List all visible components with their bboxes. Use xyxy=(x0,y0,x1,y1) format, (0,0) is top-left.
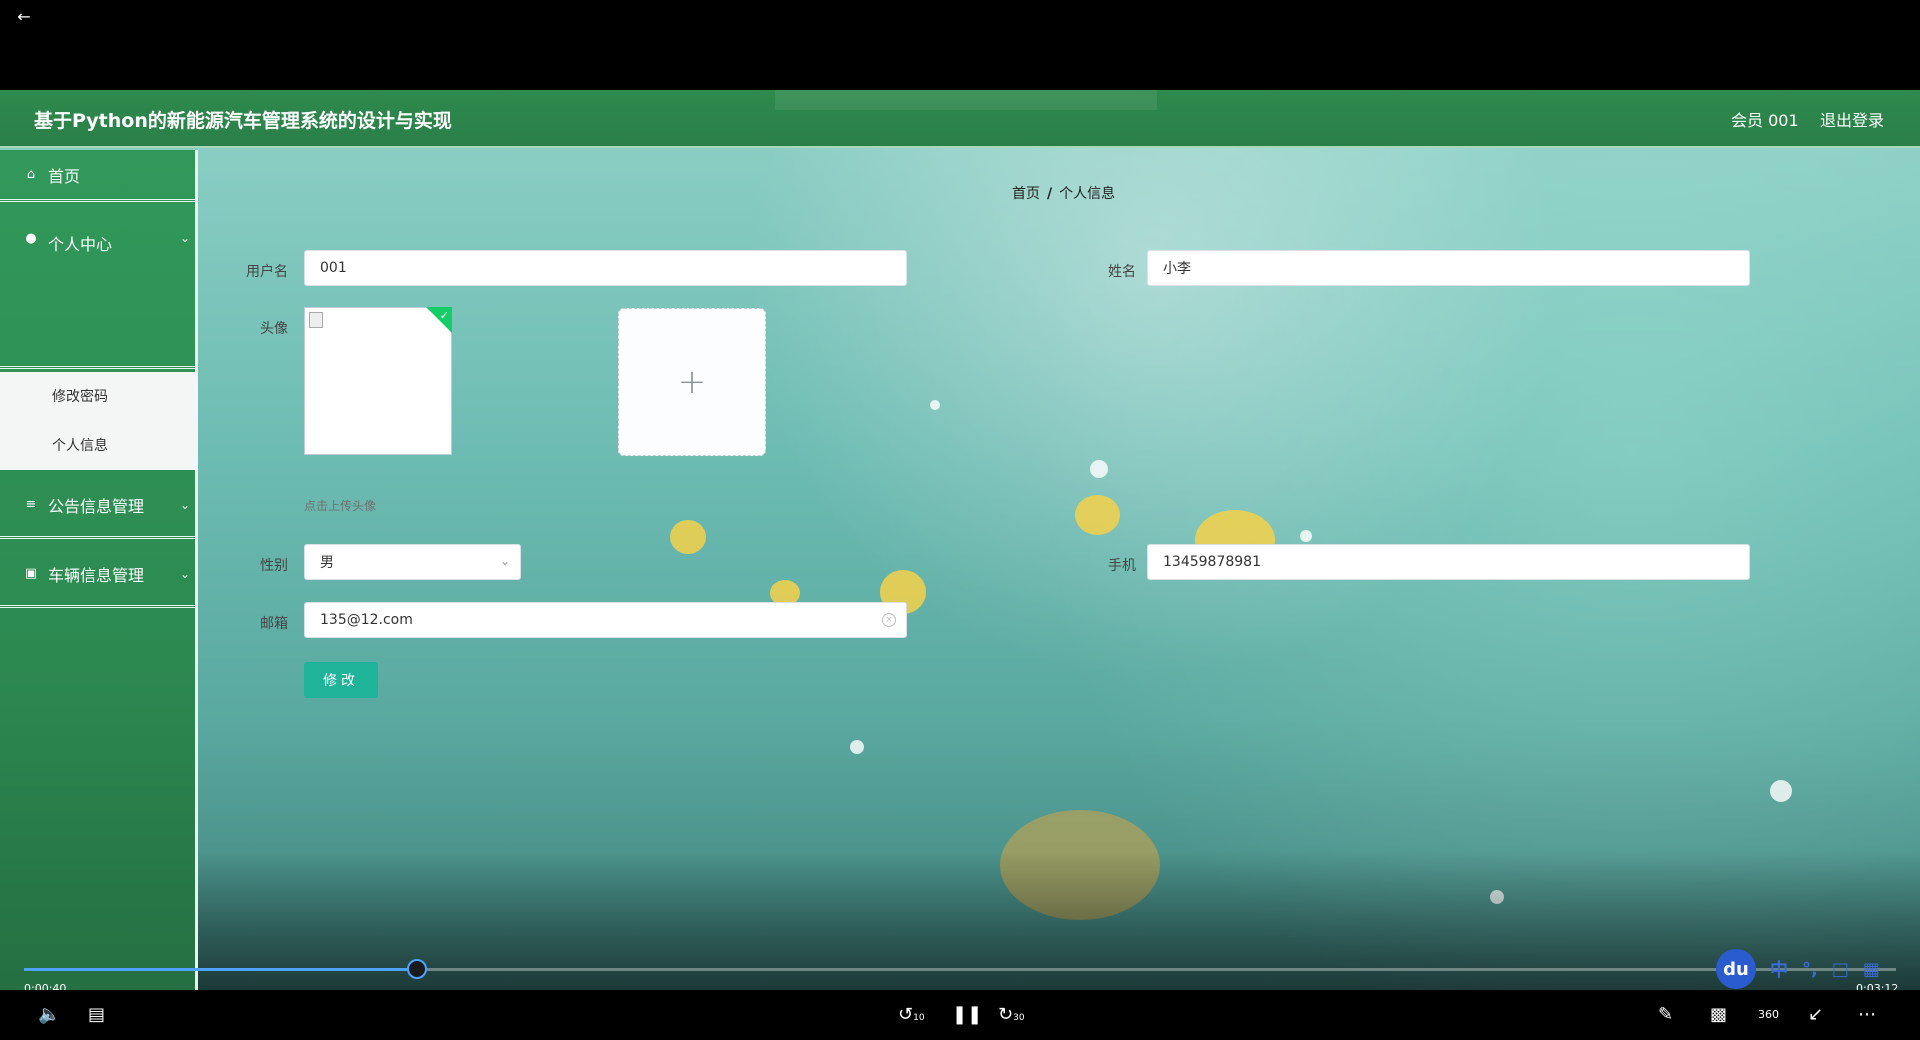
home-icon: ⌂ xyxy=(26,167,36,182)
submenu-item-change-password[interactable]: 修改密码 xyxy=(52,386,108,406)
vr-360-button[interactable]: 360 xyxy=(1758,1008,1779,1021)
back-arrow-icon[interactable]: ← xyxy=(12,4,36,28)
sidebar-item-label: 首页 xyxy=(48,166,81,186)
exit-fullscreen-icon[interactable]: ↙ xyxy=(1808,1004,1823,1025)
more-icon[interactable]: ⋯ xyxy=(1858,1004,1876,1025)
punctuation-icon[interactable]: °, xyxy=(1802,959,1818,980)
user-icon: ● xyxy=(25,231,37,246)
name-value: 小李 xyxy=(1163,261,1191,277)
video-player: { "player": { "back_icon": "back-arrow-i… xyxy=(0,0,1920,1040)
check-icon: ✓ xyxy=(439,309,449,322)
email-field[interactable]: 135@12.com × xyxy=(304,602,907,638)
main-content: 首页 / 个人信息 用户名 001 姓名 小李 头像 ✓ + 点击上传头像 性别 男… xyxy=(200,150,1920,990)
email-value: 135@12.com xyxy=(320,612,413,628)
breadcrumb-separator: / xyxy=(1047,186,1053,202)
gender-select[interactable]: 男 ⌄ xyxy=(304,544,521,580)
modify-button[interactable]: 修改 xyxy=(304,662,378,698)
breadcrumb: 首页 / 个人信息 xyxy=(1012,183,1115,203)
email-label: 邮箱 xyxy=(260,616,288,632)
progress-thumb[interactable] xyxy=(407,959,428,979)
subtitles-icon[interactable]: ▤ xyxy=(88,1004,105,1025)
gender-value: 男 xyxy=(320,555,334,571)
personal-center-submenu: 修改密码 个人信息 xyxy=(0,372,198,470)
name-field[interactable]: 小李 xyxy=(1147,250,1750,286)
list-icon: ≡ xyxy=(25,497,37,512)
volume-icon[interactable]: 🔈 xyxy=(38,1004,60,1025)
sidebar-item-label: 公告信息管理 xyxy=(48,496,145,516)
screen-icon[interactable]: □ xyxy=(1832,959,1849,980)
chevron-down-icon: ⌄ xyxy=(499,554,510,568)
app-title: 基于Python的新能源汽车管理系统的设计与实现 xyxy=(34,110,452,132)
breadcrumb-home[interactable]: 首页 xyxy=(1012,186,1040,202)
member-label[interactable]: 会员 001 xyxy=(1731,107,1799,131)
upload-tip: 点击上传头像 xyxy=(304,499,377,513)
submenu-item-personal-info[interactable]: 个人信息 xyxy=(52,435,108,455)
username-label: 用户名 xyxy=(246,264,288,280)
sidebar: ⌂ 首页 ● 个人中心 ⌄ 修改密码 个人信息 ≡ 公告信息管理 ⌄ ▣ 车辆信… xyxy=(0,150,198,990)
phone-field[interactable]: 13459878981 xyxy=(1147,544,1750,580)
chevron-down-icon: ⌄ xyxy=(179,566,190,581)
sidebar-item-label: 车辆信息管理 xyxy=(48,565,145,585)
clear-icon[interactable]: × xyxy=(882,613,896,627)
logout-link[interactable]: 退出登录 xyxy=(1820,107,1884,131)
sidebar-item-personal-center[interactable]: ● 个人中心 ⌄ xyxy=(0,205,198,369)
forward-seconds: 30 xyxy=(1013,1013,1025,1023)
sidebar-item-vehicles[interactable]: ▣ 车辆信息管理 ⌄ xyxy=(0,542,198,608)
ime-mode[interactable]: 中 xyxy=(1770,956,1788,982)
avatar-preview[interactable]: ✓ xyxy=(304,307,452,455)
username-value: 001 xyxy=(320,260,347,276)
player-controls: 🔈 ▤ ↺10 ❚❚ ↻30 ✎ ▩ 360 ↙ ⋯ xyxy=(0,990,1920,1040)
video-frame: 基于Python的新能源汽车管理系统的设计与实现 会员 001 退出登录 ⌂ 首… xyxy=(0,90,1920,990)
phone-value: 13459878981 xyxy=(1163,554,1261,570)
forward-button[interactable]: ↻30 xyxy=(998,1004,1025,1025)
sidebar-item-label: 个人中心 xyxy=(48,235,113,254)
sidebar-item-home[interactable]: ⌂ 首页 xyxy=(0,150,198,202)
breadcrumb-current: 个人信息 xyxy=(1059,186,1116,202)
username-field[interactable]: 001 xyxy=(304,250,907,286)
forward-icon: ↻ xyxy=(998,1004,1014,1025)
chevron-down-icon: ⌄ xyxy=(179,497,190,512)
progress-bar[interactable] xyxy=(24,959,1896,979)
gender-label: 性别 xyxy=(260,558,288,574)
avatar-upload-button[interactable]: + xyxy=(618,308,766,456)
pen-icon[interactable]: ✎ xyxy=(1658,1004,1673,1025)
rewind-seconds: 10 xyxy=(913,1013,925,1023)
phone-label: 手机 xyxy=(1108,558,1136,574)
header-highlight xyxy=(775,90,1157,110)
plus-icon: + xyxy=(677,362,707,402)
sidebar-item-announcements[interactable]: ≡ 公告信息管理 ⌄ xyxy=(0,473,198,539)
rewind-button[interactable]: ↺10 xyxy=(898,1004,925,1025)
ime-toolbar: du 中 °, □ ▦ xyxy=(1716,949,1920,989)
rewind-icon: ↺ xyxy=(898,1004,914,1025)
grid-icon[interactable]: ▦ xyxy=(1863,959,1880,980)
progress-fill xyxy=(24,968,418,971)
briefcase-icon: ▣ xyxy=(24,566,38,581)
broken-image-icon xyxy=(309,312,323,328)
avatar-label: 头像 xyxy=(260,321,288,337)
name-label: 姓名 xyxy=(1108,264,1136,280)
player-top-bar: ← xyxy=(0,0,1920,90)
pause-icon[interactable]: ❚❚ xyxy=(952,1004,982,1025)
mini-player-icon[interactable]: ▩ xyxy=(1710,1004,1727,1025)
app-header: 基于Python的新能源汽车管理系统的设计与实现 会员 001 退出登录 xyxy=(0,90,1920,148)
ime-logo[interactable]: du xyxy=(1716,949,1756,989)
chevron-down-icon: ⌄ xyxy=(179,231,190,245)
